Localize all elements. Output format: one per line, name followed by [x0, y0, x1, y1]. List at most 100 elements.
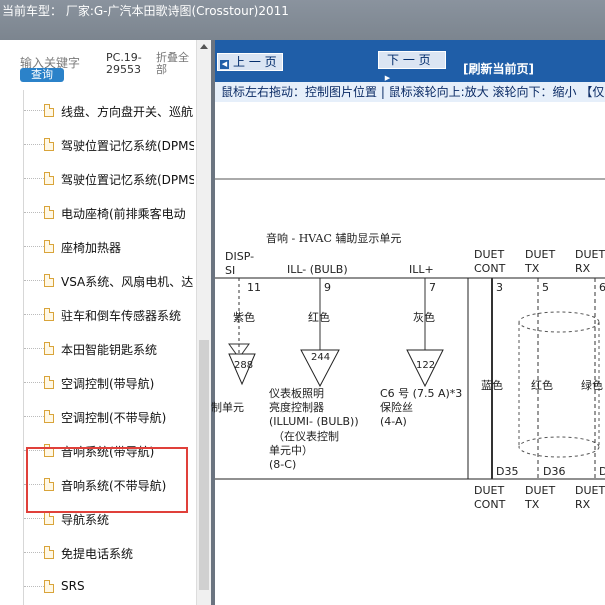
- tree-item[interactable]: 空调控制(带导航): [44, 368, 194, 398]
- pin-number: 7: [429, 281, 436, 294]
- document-icon: [44, 410, 54, 423]
- pin-label: CONT: [474, 262, 506, 275]
- tree-connector: [24, 246, 44, 248]
- usage-hint: 鼠标左右拖动：控制图片位置 | 鼠标滚轮向上:放大 滚轮向下：缩小 【仅: [215, 82, 605, 102]
- wiring-diagram[interactable]: 音响 - HVAC 辅助显示单元 DISP- SI ILL- (BULB) IL…: [211, 102, 605, 605]
- next-page-button[interactable]: 下 一 页▶: [378, 51, 446, 83]
- fuse-text: 保险丝: [380, 401, 413, 414]
- bottom-label: RX: [575, 498, 591, 511]
- bottom-label: DUET: [474, 484, 505, 497]
- illum-text: 亮度控制器: [269, 401, 324, 414]
- bottom-label: DUET: [575, 484, 605, 497]
- tree-connector: [24, 586, 44, 588]
- wire-color: 绿色: [581, 379, 603, 392]
- document-icon: [44, 240, 54, 253]
- tree-item[interactable]: 座椅加热器: [44, 232, 194, 262]
- tree-item[interactable]: 本田智能钥匙系统: [44, 334, 194, 364]
- pin-label: ILL+: [409, 263, 434, 276]
- document-icon: [44, 580, 54, 593]
- tree-connector: [24, 110, 44, 112]
- pin-number: 3: [496, 281, 503, 294]
- bottom-code: D36: [543, 465, 566, 478]
- tree-item[interactable]: SRS: [44, 572, 194, 602]
- bottom-code: D35: [496, 465, 519, 478]
- document-icon: [44, 104, 54, 117]
- wire-color: 红色: [531, 379, 553, 392]
- tree-connector: [24, 552, 44, 554]
- pin-label: DUET: [474, 248, 505, 261]
- tree-item[interactable]: 线盘、方向盘开关、巡航: [44, 96, 194, 126]
- illum-text: 仪表板照明: [269, 387, 324, 400]
- pin-label: TX: [525, 262, 540, 275]
- document-icon: [44, 138, 54, 151]
- highlight-box: [26, 447, 188, 513]
- document-icon: [44, 512, 54, 525]
- refresh-page-link[interactable]: [刷新当前页]: [463, 60, 534, 77]
- bottom-label: CONT: [474, 498, 506, 511]
- wire-color: 蓝色: [481, 379, 503, 392]
- tree-item[interactable]: 驻车和倒车传感器系统: [44, 300, 194, 330]
- pin-number: 11: [247, 281, 261, 294]
- tree-connector: [24, 144, 44, 146]
- document-icon: [44, 546, 54, 559]
- document-icon: [44, 172, 54, 185]
- fold-all-link[interactable]: 折叠全部: [156, 52, 194, 76]
- left-scrollbar[interactable]: [196, 40, 211, 605]
- bottom-code: D: [599, 465, 605, 478]
- document-icon: [44, 376, 54, 389]
- bottom-label: TX: [525, 498, 540, 511]
- fuse-text: (4-A): [380, 415, 407, 428]
- tree-connector: [24, 348, 44, 350]
- query-button[interactable]: 查询: [20, 68, 64, 82]
- pin-number: 6: [599, 281, 605, 294]
- tree-item[interactable]: VSA系统、风扇电机、达: [44, 266, 194, 296]
- tree-connector: [24, 280, 44, 282]
- tree-item[interactable]: 电动座椅(前排乘客电动: [44, 198, 194, 228]
- tree-connector: [24, 314, 44, 316]
- wire-color: 红色: [308, 311, 330, 324]
- illum-text: (8-C): [269, 458, 297, 471]
- arrow-left-icon: ◀: [220, 60, 229, 69]
- illum-text: 单元中）: [269, 444, 313, 457]
- tree-connector: [24, 518, 44, 520]
- scroll-up-icon[interactable]: [200, 44, 208, 49]
- wire-color: 紫色: [233, 311, 255, 324]
- document-icon: [44, 206, 54, 219]
- illum-text: （在仪表控制: [273, 430, 339, 443]
- tree-connector: [24, 416, 44, 418]
- search-row: 输入关键字 查询 PC.19-29553 折叠全部: [0, 40, 196, 90]
- connector-number: 288: [234, 360, 254, 371]
- tree-item[interactable]: 驾驶位置记忆系统(DPMS: [44, 164, 194, 194]
- pin-label: SI: [225, 264, 236, 277]
- bottom-label: DUET: [525, 484, 556, 497]
- pin-number: 9: [324, 281, 331, 294]
- illum-text: (ILLUMI- (BULB)): [269, 415, 359, 428]
- tree-connector: [24, 212, 44, 214]
- pin-label: ILL- (BULB): [287, 263, 348, 276]
- pin-label: RX: [575, 262, 591, 275]
- fuse-text: C6 号 (7.5 A)*3: [380, 387, 463, 400]
- connector-number: 122: [416, 360, 436, 371]
- tree-connector: [24, 382, 44, 384]
- connector-number: 244: [311, 352, 331, 363]
- window-title: 当前车型： 厂家:G-广汽本田歌诗图(Crosstour)2011: [2, 4, 289, 18]
- scroll-thumb[interactable]: [199, 340, 209, 590]
- tree-item[interactable]: 免提电话系统: [44, 538, 194, 568]
- document-icon: [44, 342, 54, 355]
- prev-page-button[interactable]: ◀ 上 一 页: [217, 53, 283, 71]
- title-bar: 当前车型： 厂家:G-广汽本田歌诗图(Crosstour)2011: [0, 0, 605, 40]
- model-code: PC.19-29553: [106, 51, 142, 76]
- pin-number: 5: [542, 281, 549, 294]
- tree-connector: [24, 178, 44, 180]
- pin-label: DUET: [575, 248, 605, 261]
- document-icon: [44, 308, 54, 321]
- diagram-lines: [215, 178, 605, 480]
- wire-color: 灰色: [413, 311, 435, 324]
- tree-item[interactable]: 空调控制(不带导航): [44, 402, 194, 432]
- pin-label: DUET: [525, 248, 556, 261]
- tree-item[interactable]: 驾驶位置记忆系统(DPMS: [44, 130, 194, 160]
- viewer-toolbar: ◀ 上 一 页 下 一 页▶ [刷新当前页]: [215, 40, 605, 83]
- document-icon: [44, 274, 54, 287]
- pin-label: DISP-: [225, 250, 255, 263]
- unit-title: 音响 - HVAC 辅助显示单元: [266, 232, 402, 245]
